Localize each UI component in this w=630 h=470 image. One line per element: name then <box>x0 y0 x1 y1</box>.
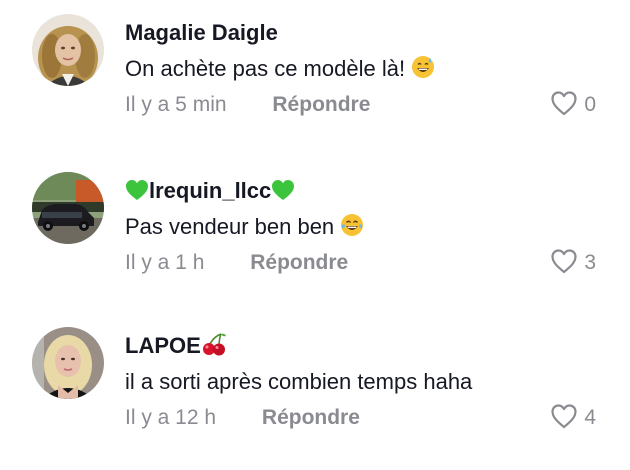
comment-text: il a sorti après combien temps haha <box>125 367 472 397</box>
like-button[interactable]: 4 <box>550 403 596 433</box>
reply-button[interactable]: Répondre <box>262 403 360 433</box>
avatar[interactable] <box>32 327 104 399</box>
comment-username[interactable]: LAPOE <box>125 331 227 364</box>
avatar[interactable] <box>32 172 104 244</box>
like-button[interactable]: 3 <box>550 248 596 278</box>
tears-of-joy-emoji <box>340 213 364 245</box>
comment-meta: Il y a 12 h Répondre <box>125 403 360 433</box>
comment-text: Pas vendeur ben ben <box>125 212 364 245</box>
avatar[interactable] <box>32 14 104 86</box>
like-count: 4 <box>584 406 596 429</box>
comment-username[interactable]: lrequin_llcc <box>125 176 295 209</box>
grinning-sweat-emoji <box>411 55 435 87</box>
timestamp: Il y a 1 h <box>125 251 205 274</box>
green-heart-emoji <box>125 179 149 209</box>
username-label: LAPOE <box>125 333 201 358</box>
like-count: 0 <box>584 93 596 116</box>
reply-button[interactable]: Répondre <box>272 90 370 120</box>
comment-list: Magalie Daigle On achète pas ce modèle l… <box>0 0 630 470</box>
timestamp: Il y a 12 h <box>125 406 217 429</box>
timestamp: Il y a 5 min <box>125 93 227 116</box>
reply-button[interactable]: Répondre <box>250 248 348 278</box>
green-heart-emoji <box>271 179 295 209</box>
comment-meta: Il y a 5 min Répondre <box>125 90 370 120</box>
heart-icon <box>550 248 578 279</box>
cherries-emoji <box>201 332 227 364</box>
comment-text: On achète pas ce modèle là! <box>125 54 435 87</box>
heart-icon <box>550 90 578 121</box>
username-label: lrequin_llcc <box>149 178 272 203</box>
comment-text-label: On achète pas ce modèle là! <box>125 56 406 81</box>
comment-meta: Il y a 1 h Répondre <box>125 248 348 278</box>
username-label: Magalie Daigle <box>125 20 278 45</box>
comment-username[interactable]: Magalie Daigle <box>125 18 278 48</box>
heart-icon <box>550 403 578 434</box>
like-button[interactable]: 0 <box>550 90 596 120</box>
comment-text-label: Pas vendeur ben ben <box>125 214 335 239</box>
comment-text-label: il a sorti après combien temps haha <box>125 369 473 394</box>
like-count: 3 <box>584 251 596 274</box>
